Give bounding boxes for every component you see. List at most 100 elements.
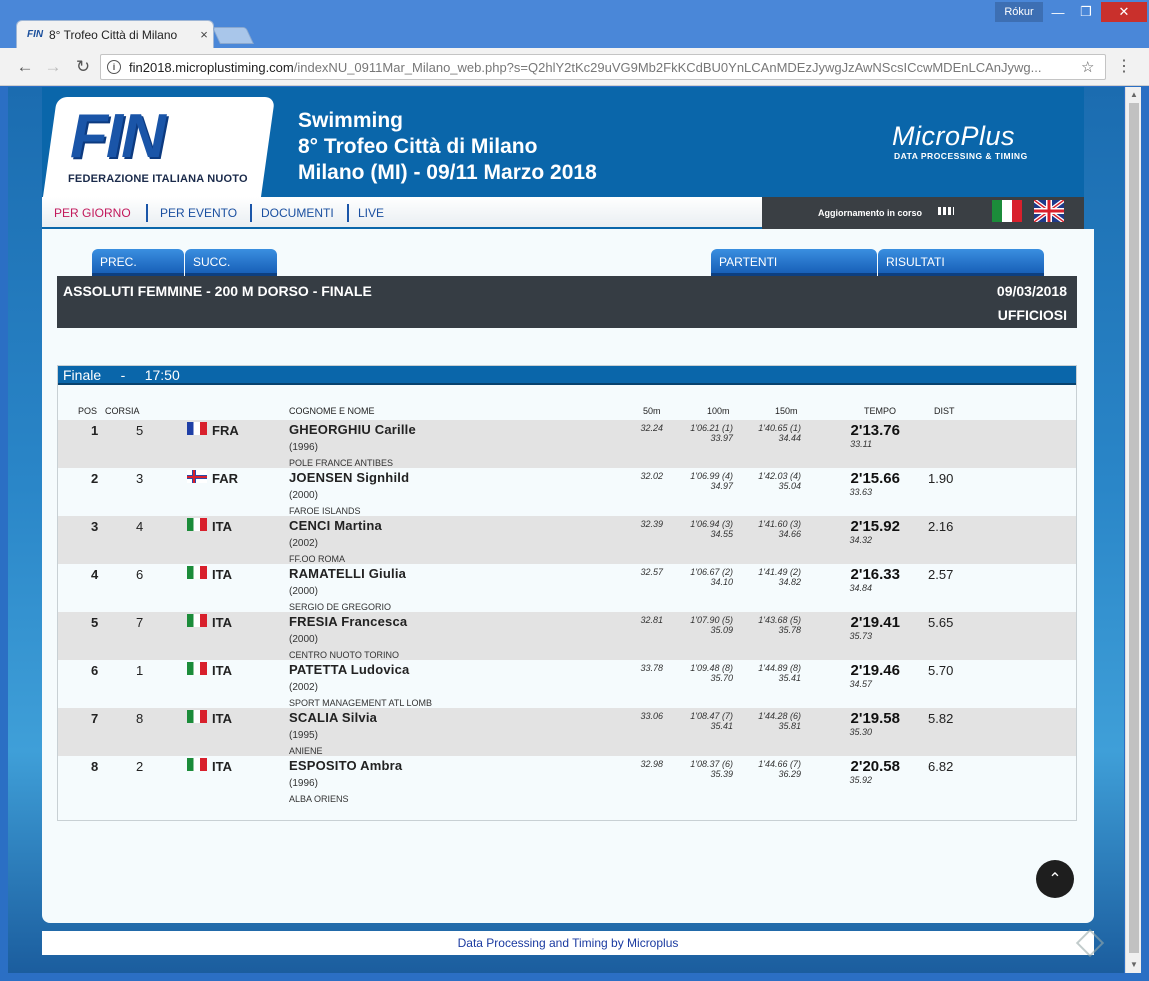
col-150m: 150m [775,406,798,416]
italy-flag-icon [187,566,207,579]
split-150m: 1'40.65 (1) [758,423,801,433]
lap-150m: 36.29 [778,769,801,779]
france-flag-icon [187,422,207,435]
athlete-name[interactable]: JOENSEN Signhild [289,470,409,485]
split-50m: 32.02 [640,471,663,481]
page-viewport: FIN FEDERAZIONE ITALIANA NUOTO Swimming … [8,87,1124,973]
split-150m: 1'43.68 (5) [758,615,801,625]
result-position: 3 [91,519,99,534]
result-position: 5 [91,615,99,630]
minimize-icon[interactable]: — [1045,2,1071,22]
split-150m: 1'44.89 (8) [758,663,801,673]
nav-per-evento[interactable]: PER EVENTO [160,206,237,220]
scroll-up-arrow-icon[interactable]: ▲ [1126,87,1142,103]
page-scrollbar[interactable]: ▲ ▼ [1125,87,1141,973]
result-nation: ITA [212,663,232,678]
italy-flag-icon [187,710,207,723]
athlete-year: (1995) [289,730,318,741]
heat-time: 17:50 [144,367,180,383]
split-50m: 32.98 [640,759,663,769]
table-row: 3 4 ITA CENCI Martina (2002) FF.OO ROMA 32.39 1… [58,516,1076,564]
athlete-name[interactable]: FRESIA Francesca [289,614,407,629]
microplus-logo[interactable]: MicroPlus [892,121,1015,152]
lap-150m: 34.82 [778,577,801,587]
url-host: fin2018.microplustiming.com [129,59,294,75]
starters-tab[interactable]: PARTENTI [711,249,877,276]
forward-arrow-icon[interactable]: → [42,56,64,78]
col-time: TEMPO [864,406,897,416]
heat-label: Finale [63,367,102,383]
col-100m: 100m [707,406,730,416]
athlete-name[interactable]: CENCI Martina [289,518,382,533]
final-time: 2'20.58 [850,758,900,775]
lap-150m: 35.41 [778,673,801,683]
athlete-name[interactable]: ESPOSITO Ambra [289,758,402,773]
nav-documenti[interactable]: DOCUMENTI [261,206,334,220]
time-gap: 5.82 [928,711,954,726]
athlete-club: ALBA ORIENS [289,794,349,804]
prev-button[interactable]: PREC. [92,249,184,276]
lap-100m: 35.70 [710,673,733,683]
italy-flag-icon [187,662,207,675]
final-lap: 35.30 [849,727,872,737]
final-time: 2'19.58 [850,710,900,727]
table-row: 5 7 ITA FRESIA Francesca (2000) CENTRO NUOTO … [58,612,1076,660]
browser-menu-icon[interactable]: ⋮ [1116,57,1132,77]
footer-link[interactable]: Data Processing and Timing by Microplus [458,936,679,950]
italy-flag-icon [187,758,207,771]
athlete-club: CENTRO NUOTO TORINO [289,650,400,660]
athlete-name[interactable]: SCALIA Silvia [289,710,377,725]
close-window-icon[interactable]: ✕ [1101,2,1147,22]
split-100m: 1'08.37 (6) [690,759,733,769]
scroll-thumb[interactable] [1129,103,1139,953]
athlete-club: POLE FRANCE ANTIBES [289,458,394,468]
result-nation: ITA [212,759,232,774]
final-lap: 33.11 [850,439,872,449]
table-row: 7 8 ITA SCALIA Silvia (1995) ANIENE 33.06 1'08.… [58,708,1076,756]
nav-divider [250,204,252,222]
nav-live[interactable]: LIVE [358,206,384,220]
col-lane: CORSIA [105,406,140,416]
event-status: UFFICIOSI [997,307,1067,323]
tab-close-icon[interactable]: × [195,27,213,42]
split-100m: 1'06.94 (3) [690,519,733,529]
next-button[interactable]: SUCC. [185,249,277,276]
back-arrow-icon[interactable]: ← [14,56,36,78]
nav-per-giorno[interactable]: PER GIORNO [54,206,131,220]
split-150m: 1'41.60 (3) [758,519,801,529]
scroll-down-arrow-icon[interactable]: ▼ [1126,957,1142,973]
window-user-button[interactable]: Rókur [995,2,1043,22]
result-position: 6 [91,663,99,678]
site-info-icon[interactable]: i [107,60,121,74]
split-150m: 1'44.28 (6) [758,711,801,721]
nav-divider [347,204,349,222]
athlete-name[interactable]: RAMATELLI Giulia [289,566,406,581]
event-header: ASSOLUTI FEMMINE - 200 M DORSO - FINALE … [57,276,1077,328]
athlete-name[interactable]: GHEORGHIU Carille [289,422,416,437]
split-50m: 32.57 [640,567,663,577]
fin-logo[interactable]: FIN [70,101,166,172]
browser-tab[interactable]: FIN 8° Trofeo Città di Milano × [16,20,214,48]
address-bar[interactable]: i fin2018.microplustiming.com /indexNU_0… [100,54,1106,80]
italian-flag-icon[interactable] [992,200,1022,222]
athlete-year: (2000) [289,586,318,597]
heat-header: Finale - 17:50 [58,366,1076,385]
final-lap: 34.84 [849,583,872,593]
new-tab-button[interactable] [212,27,254,44]
table-row: 1 5 FRA GHEORGHIU Carille (1996) POLE FRANCE … [58,420,1076,468]
final-time: 2'13.76 [850,422,900,439]
site-header: FIN FEDERAZIONE ITALIANA NUOTO Swimming … [42,87,1084,197]
table-row: 6 1 ITA PATETTA Ludovica (2002) SPORT MANAGEM… [58,660,1076,708]
event-title: ASSOLUTI FEMMINE - 200 M DORSO - FINALE [63,283,372,299]
reload-icon[interactable]: ↻ [72,56,94,78]
results-tab[interactable]: RISULTATI [878,249,1044,276]
athlete-club: ANIENE [289,746,323,756]
result-nation: FAR [212,471,238,486]
bookmark-star-icon[interactable]: ☆ [1081,58,1101,76]
maximize-icon[interactable]: ❐ [1073,2,1099,22]
scroll-to-top-button[interactable]: ⌃ [1036,860,1074,898]
uk-flag-icon[interactable] [1034,200,1064,222]
athlete-name[interactable]: PATETTA Ludovica [289,662,409,677]
athlete-year: (2002) [289,682,318,693]
col-pos: POS [78,406,98,416]
